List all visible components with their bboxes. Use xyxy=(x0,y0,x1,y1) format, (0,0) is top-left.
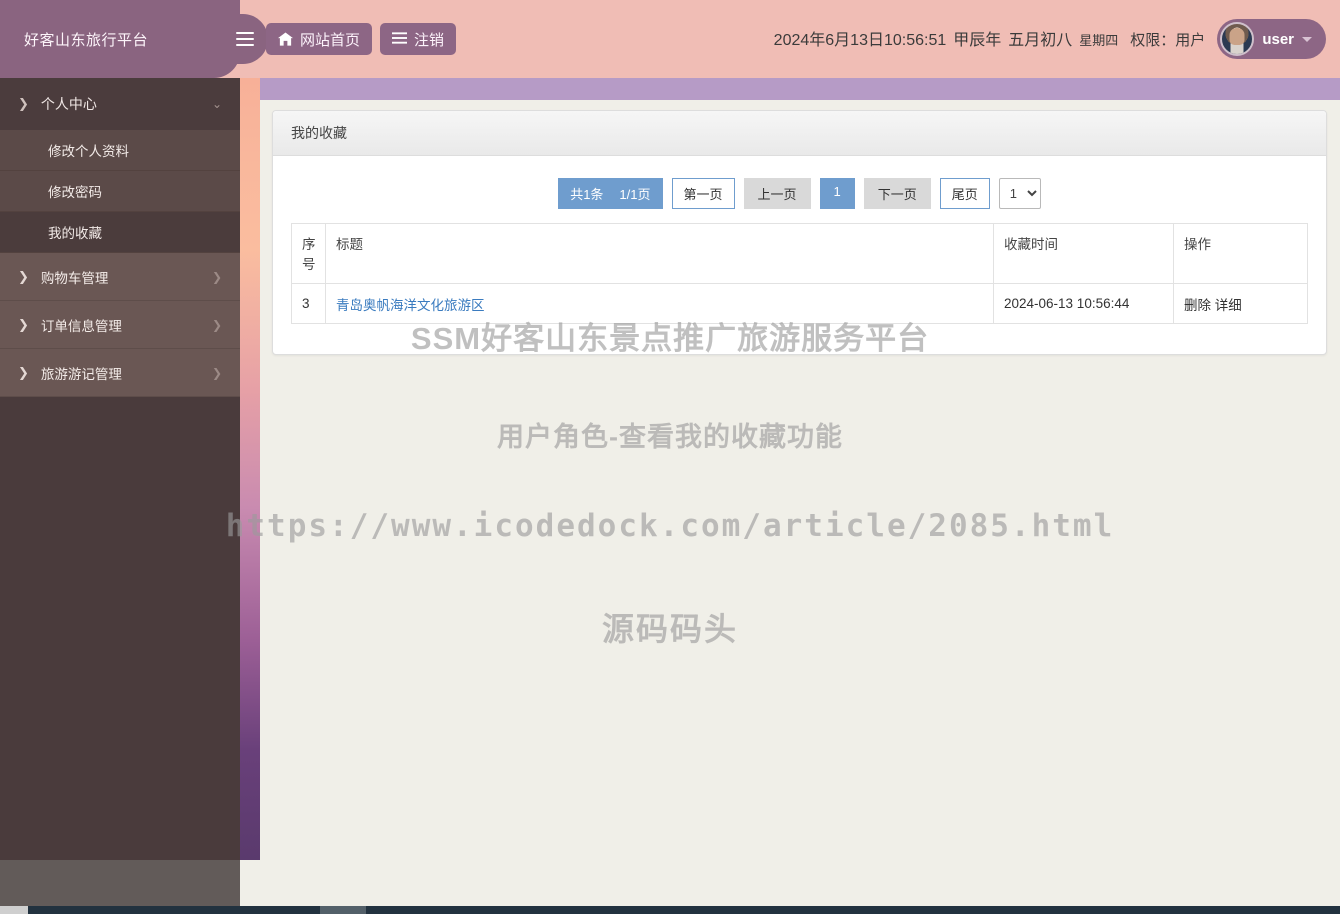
sidebar-item-label: 购物车管理 xyxy=(40,270,109,286)
sidebar-item-edit-profile[interactable]: 修改个人资料 xyxy=(0,130,240,171)
chevron-right-icon: ❯ xyxy=(18,316,29,332)
chevron-right-icon: ❯ xyxy=(18,364,29,380)
column-header-time: 收藏时间 xyxy=(993,223,1174,284)
hamburger-icon xyxy=(236,28,254,50)
chevron-right-icon: ❯ xyxy=(18,96,29,111)
pagination-prev-button[interactable]: 上一页 xyxy=(743,178,811,209)
sidebar-subitem-label: 修改密码 xyxy=(48,185,102,200)
sidebar-item-label: 订单信息管理 xyxy=(40,318,122,334)
favorites-panel: 我的收藏 共1条 1/1页 第一页 上一页 1 下一页 尾页 1 序号 标题 收… xyxy=(272,110,1327,355)
pagination-last-button[interactable]: 尾页 xyxy=(939,178,990,209)
page-title: 我的收藏 xyxy=(291,125,347,141)
list-icon xyxy=(392,32,407,46)
home-icon xyxy=(278,32,293,46)
brand-label: 好客山东旅行平台 xyxy=(24,31,149,49)
sidebar-item-travel-notes-management[interactable]: ❯ 旅游游记管理 ❯ xyxy=(0,349,240,397)
sidebar-item-my-favorites[interactable]: 我的收藏 xyxy=(0,212,240,253)
home-button[interactable]: 网站首页 xyxy=(266,23,373,55)
cell-time: 2024-06-13 10:56:44 xyxy=(993,283,1174,324)
column-header-index: 序号 xyxy=(291,223,326,284)
sidebar: ❯ 个人中心 ⌄ 修改个人资料 修改密码 我的收藏 ❯ 购物车管理 ❯ ❯ 订单… xyxy=(0,78,240,860)
cell-index: 3 xyxy=(291,283,326,324)
panel-header: 我的收藏 xyxy=(273,111,1326,156)
favorites-table: 序号 标题 收藏时间 操作 3 青岛奥帆海洋文化旅游区 2024-06-13 1… xyxy=(291,223,1308,324)
chevron-down-icon: ⌄ xyxy=(211,97,222,111)
sidebar-item-cart-management[interactable]: ❯ 购物车管理 ❯ xyxy=(0,253,240,301)
pagination: 共1条 1/1页 第一页 上一页 1 下一页 尾页 1 xyxy=(291,178,1308,209)
table-body: 3 青岛奥帆海洋文化旅游区 2024-06-13 10:56:44 删除 详细 xyxy=(291,283,1308,324)
sidebar-item-label: 旅游游记管理 xyxy=(40,366,122,382)
brand-title: 好客山东旅行平台 xyxy=(0,0,240,78)
cell-title: 青岛奥帆海洋文化旅游区 xyxy=(325,283,994,324)
datetime-text: 2024年6月13日10:56:51 xyxy=(773,32,947,49)
decorative-gradient-strip xyxy=(240,78,260,860)
pagination-current-page[interactable]: 1 xyxy=(819,178,855,209)
chevron-right-icon: ❯ xyxy=(211,269,222,284)
table-row: 3 青岛奥帆海洋文化旅游区 2024-06-13 10:56:44 删除 详细 xyxy=(291,283,1308,324)
logout-button[interactable]: 注销 xyxy=(380,23,457,55)
sidebar-item-label: 个人中心 xyxy=(40,96,97,112)
pagination-total: 共1条 xyxy=(570,187,604,202)
pagination-first-button[interactable]: 第一页 xyxy=(671,178,735,209)
top-header: 好客山东旅行平台 网站首页 注销 2024年6月13日10:56:51 甲辰年 … xyxy=(0,0,1340,78)
os-taskbar[interactable] xyxy=(0,906,1340,914)
pagination-summary: 共1条 1/1页 xyxy=(558,178,663,209)
main-content: 我的收藏 共1条 1/1页 第一页 上一页 1 下一页 尾页 1 序号 标题 收… xyxy=(260,100,1340,914)
sidebar-footer xyxy=(0,860,240,910)
avatar xyxy=(1220,22,1255,56)
delete-link[interactable]: 删除 xyxy=(1184,298,1211,313)
pagination-page-of: 1/1页 xyxy=(619,187,651,202)
page-size-select[interactable]: 1 xyxy=(998,178,1041,209)
home-button-label: 网站首页 xyxy=(300,31,361,49)
sidebar-subitem-label: 我的收藏 xyxy=(48,226,102,241)
datetime-display: 2024年6月13日10:56:51 甲辰年 五月初八 星期四 权限：用户 xyxy=(774,26,1206,50)
chevron-right-icon: ❯ xyxy=(18,268,29,284)
column-header-title: 标题 xyxy=(325,223,994,284)
username-label: user xyxy=(1262,30,1294,48)
lunar-date-text: 五月初八 xyxy=(1008,32,1073,49)
table-header-row: 序号 标题 收藏时间 操作 xyxy=(291,223,1308,284)
favorite-title-link[interactable]: 青岛奥帆海洋文化旅游区 xyxy=(336,298,485,313)
lunar-year-text: 甲辰年 xyxy=(953,32,1002,49)
sidebar-toggle-button[interactable] xyxy=(216,14,268,64)
chevron-down-icon xyxy=(1302,36,1312,42)
weekday-text: 星期四 xyxy=(1079,33,1119,48)
chevron-right-icon: ❯ xyxy=(211,317,222,332)
cell-operation: 删除 详细 xyxy=(1173,283,1308,324)
column-header-operation: 操作 xyxy=(1173,223,1308,284)
user-menu-button[interactable]: user xyxy=(1217,19,1326,59)
app-root: 好客山东旅行平台 网站首页 注销 2024年6月13日10:56:51 甲辰年 … xyxy=(0,0,1340,914)
sidebar-item-change-password[interactable]: 修改密码 xyxy=(0,171,240,212)
sidebar-item-personal-center[interactable]: ❯ 个人中心 ⌄ xyxy=(0,78,240,130)
logout-button-label: 注销 xyxy=(414,31,445,49)
table-header: 序号 标题 收藏时间 操作 xyxy=(291,223,1308,284)
panel-body: 共1条 1/1页 第一页 上一页 1 下一页 尾页 1 序号 标题 收藏时间 操… xyxy=(273,156,1326,324)
header-right-cluster: 2024年6月13日10:56:51 甲辰年 五月初八 星期四 权限：用户 us… xyxy=(774,0,1326,78)
taskbar-active-window-segment[interactable] xyxy=(320,906,366,914)
taskbar-start-segment[interactable] xyxy=(0,906,28,914)
permission-text: 权限：用户 xyxy=(1130,32,1206,49)
pagination-next-button[interactable]: 下一页 xyxy=(863,178,931,209)
sidebar-item-order-management[interactable]: ❯ 订单信息管理 ❯ xyxy=(0,301,240,349)
chevron-right-icon: ❯ xyxy=(211,365,222,380)
sidebar-subitem-label: 修改个人资料 xyxy=(48,144,129,159)
detail-link[interactable]: 详细 xyxy=(1215,298,1242,313)
